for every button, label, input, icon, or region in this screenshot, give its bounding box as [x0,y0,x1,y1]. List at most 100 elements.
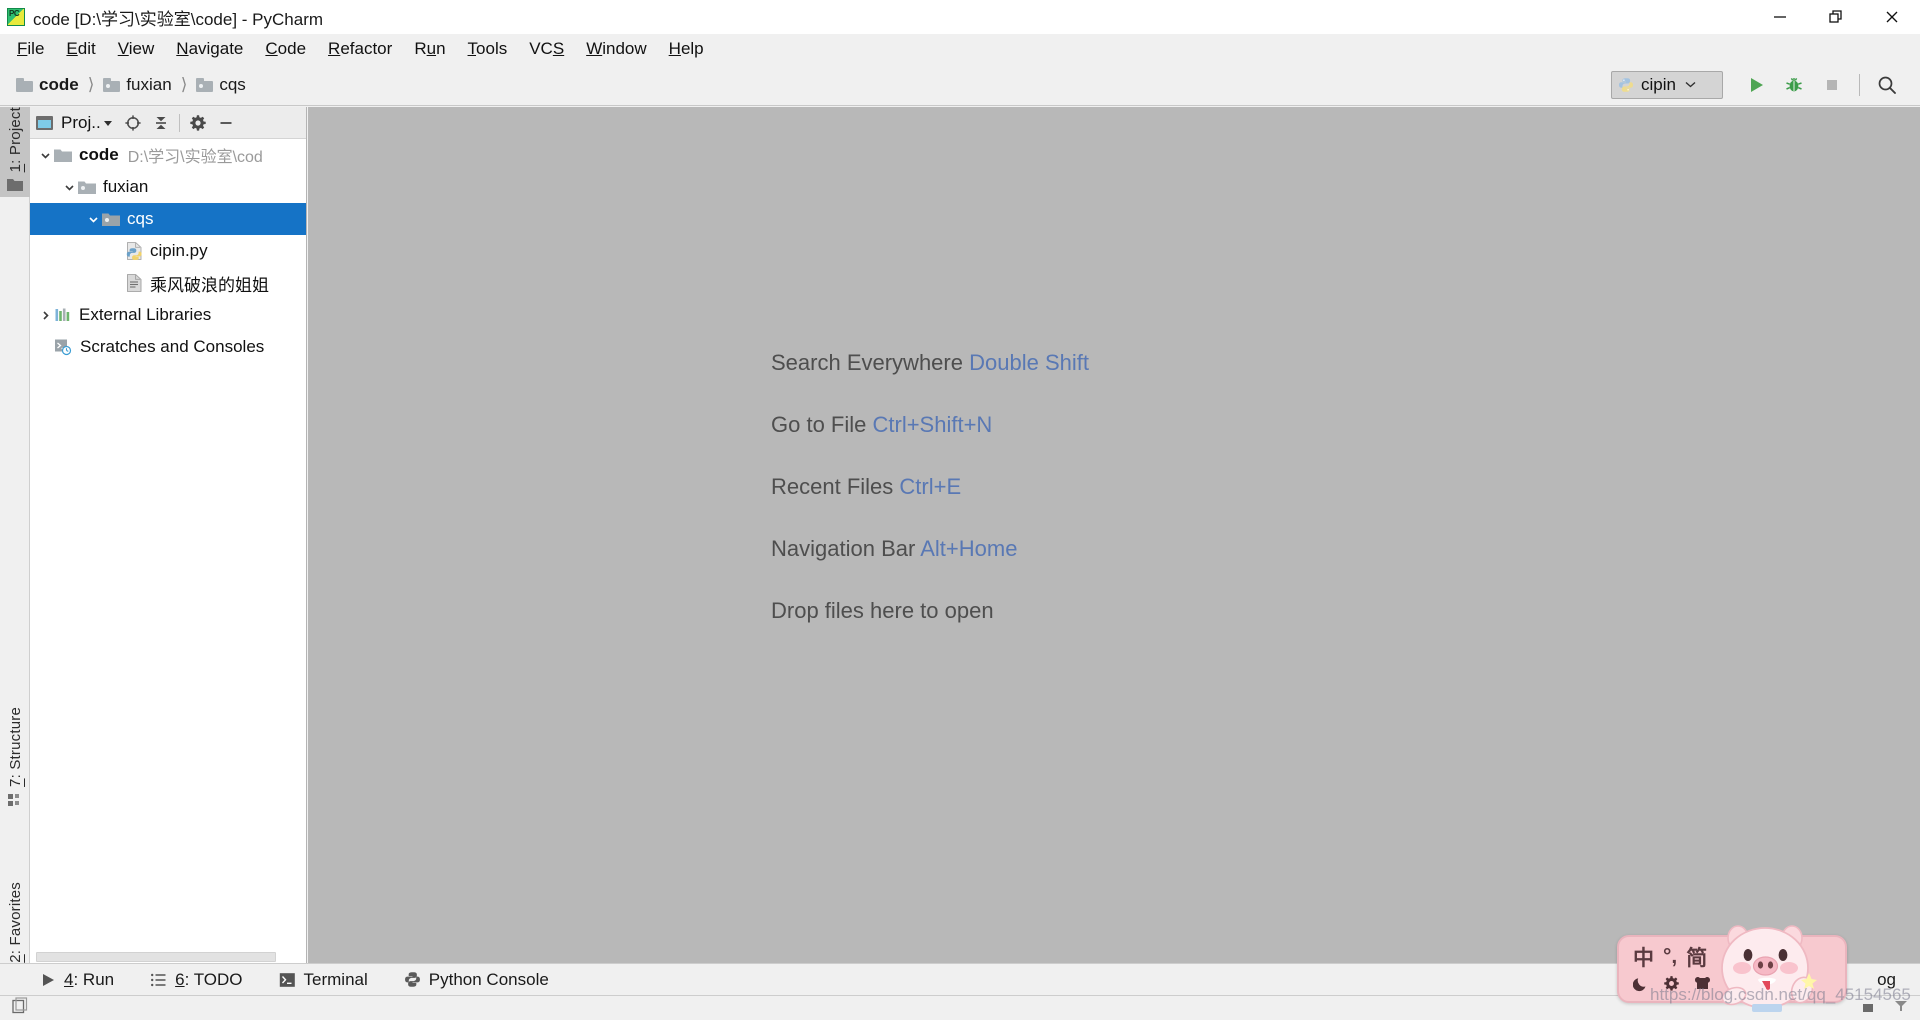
list-icon [151,973,166,986]
restore-button[interactable] [1808,0,1864,34]
tree-node-code[interactable]: code D:\学习\实验室\cod [30,139,306,171]
terminal-icon [279,972,295,987]
run-button[interactable] [1737,69,1775,101]
breadcrumb-separator: ⟩ [180,74,188,94]
settings-button[interactable] [184,109,212,137]
run-configuration-selector[interactable]: cipin [1611,70,1723,99]
hint-recent-files: Recent Files Ctrl+E [771,474,1089,500]
menu-help[interactable]: Help [658,36,715,62]
bottom-item-label: Terminal [303,969,368,989]
menu-run[interactable]: Run [403,36,456,62]
stop-button[interactable] [1813,69,1851,101]
folder-icon [103,77,121,92]
layout-icon[interactable] [12,997,29,1019]
status-bar-right [1860,998,1920,1019]
search-button[interactable] [1868,69,1906,101]
bottom-item-label: Python Console [428,969,549,989]
hint-action: Navigation Bar [771,536,916,561]
breadcrumb-item-code[interactable]: code [12,73,83,97]
editor-empty-area[interactable]: Search Everywhere Double Shift Go to Fil… [308,107,1920,963]
sidebar-item-label: 7: Structure [6,707,24,787]
hint-shortcut: Ctrl+Shift+N [872,412,993,437]
breadcrumb-item-fuxian[interactable]: fuxian [99,73,175,97]
ime-language-mode[interactable]: 中 [1633,942,1654,972]
chevron-down-icon[interactable] [103,118,113,128]
run-configuration-name: cipin [1641,74,1676,94]
folder-icon [16,77,33,92]
menu-navigate[interactable]: Navigate [165,36,254,62]
event-log-label: og [1877,969,1896,989]
menu-vcs[interactable]: VCS [518,36,575,62]
locate-file-button[interactable] [119,109,147,137]
minimize-button[interactable] [1752,0,1808,34]
tree-node-scratches[interactable]: Scratches and Consoles [30,331,306,363]
ime-tools-row [1632,975,1845,997]
tree-node-label: cqs [127,209,154,228]
sidebar-item-project[interactable]: 1: Project [0,107,30,198]
bottom-item-run[interactable]: 4: Run [36,968,118,992]
project-tree[interactable]: code D:\学习\实验室\cod fuxian cqs cipin.py 乘… [30,139,306,949]
tree-node-external-libraries[interactable]: External Libraries [30,299,306,331]
menu-window[interactable]: Window [575,36,657,62]
hint-shortcut: Alt+Home [920,536,1018,561]
ime-widget[interactable]: 中 °, 简 [1617,935,1847,1003]
tree-node-fuxian[interactable]: fuxian [30,171,306,203]
panel-header-divider [178,113,180,132]
hint-action: Recent Files [771,474,894,499]
status-indicator-a[interactable] [1860,998,1878,1019]
chevron-down-icon[interactable] [84,214,102,225]
chevron-right-icon[interactable] [36,310,54,321]
debug-button[interactable] [1775,69,1813,101]
event-log-button[interactable]: og [1877,963,1896,996]
gear-icon[interactable] [1663,975,1680,997]
breadcrumb-label: cqs [219,74,246,94]
skin-icon[interactable] [1693,976,1712,996]
sidebar-item-structure[interactable]: 7: Structure [0,707,30,812]
bottom-item-label: 4: Run [64,969,115,989]
python-icon [404,972,420,987]
bottom-item-python-console[interactable]: Python Console [400,968,553,992]
project-panel-header: Proj.. [30,107,306,139]
bug-icon [1786,77,1802,91]
tree-horizontal-scrollbar[interactable] [30,949,306,963]
text-file-icon [126,274,143,292]
folder-icon [7,178,23,197]
hint-action: Drop files here to open [771,598,994,623]
tree-node-cipin-py[interactable]: cipin.py [30,235,306,267]
menu-code[interactable]: Code [254,36,317,62]
folder-icon [196,77,214,92]
gear-icon [189,114,206,131]
target-icon [125,114,141,131]
chevron-down-icon[interactable] [36,150,54,161]
python-file-icon [126,242,143,260]
ime-script-mode[interactable]: 简 [1686,942,1707,972]
moon-icon[interactable] [1632,975,1650,997]
tree-node-label: fuxian [103,177,149,196]
structure-icon [7,793,23,812]
menu-edit[interactable]: Edit [55,36,106,62]
tree-node-cqs[interactable]: cqs [30,203,306,235]
status-indicator-b[interactable] [1892,998,1910,1019]
tree-node-path: D:\学习\实验室\cod [127,149,263,166]
menu-tools[interactable]: Tools [457,36,519,62]
chevron-down-icon[interactable] [60,182,78,193]
hint-action: Search Everywhere [771,350,963,375]
menu-file[interactable]: File [6,36,55,62]
hide-panel-button[interactable] [212,109,240,137]
tree-node-text-file[interactable]: 乘风破浪的姐姐 [30,267,306,299]
scratches-icon [54,338,73,356]
menu-view[interactable]: View [107,36,166,62]
close-button[interactable] [1864,0,1920,34]
breadcrumb-separator: ⟩ [87,74,95,94]
bottom-item-terminal[interactable]: Terminal [275,968,372,992]
hint-action: Go to File [771,412,867,437]
collapse-all-button[interactable] [147,109,175,137]
play-icon [43,973,54,986]
scrollbar-thumb[interactable] [36,952,276,962]
bottom-item-todo[interactable]: 6: TODO [146,968,246,992]
breadcrumb-label: code [39,74,79,94]
breadcrumb-item-cqs[interactable]: cqs [192,73,249,97]
menu-refactor[interactable]: Refactor [317,36,403,62]
ime-punctuation-mode[interactable]: °, [1663,945,1677,969]
tree-node-label: Scratches and Consoles [80,337,265,356]
